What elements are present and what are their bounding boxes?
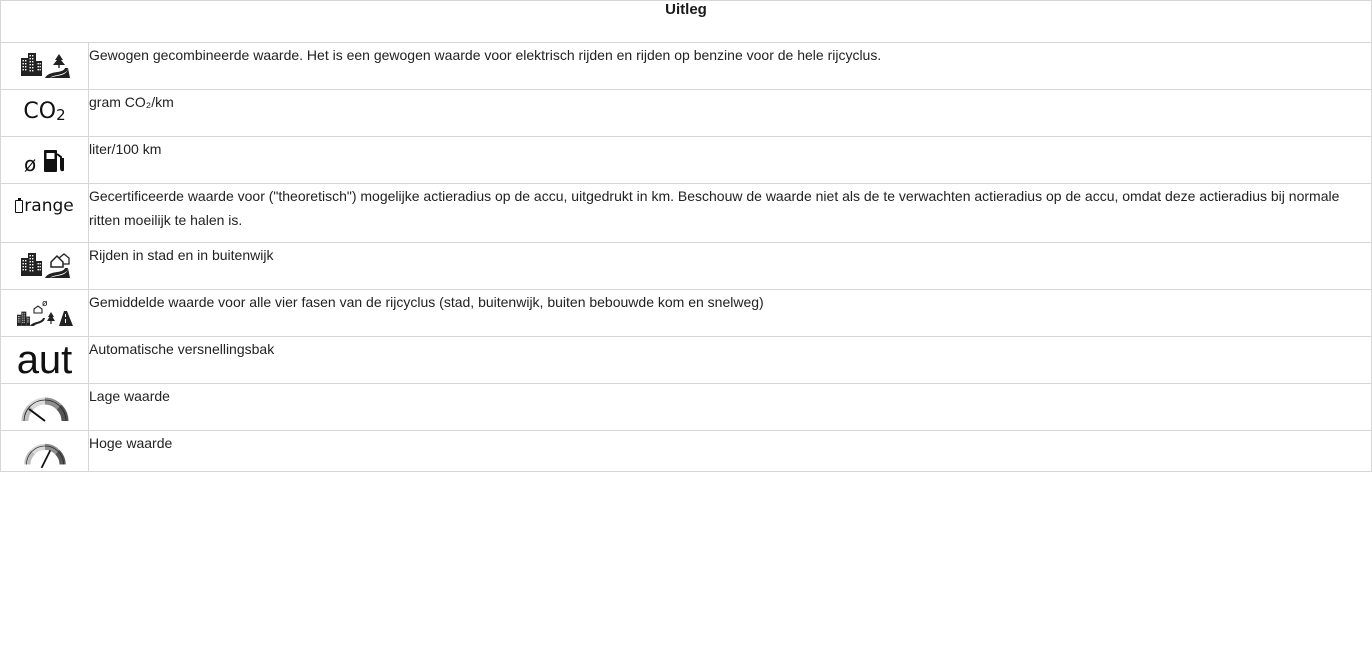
table-row: ø liter/100 km: [0, 136, 1372, 184]
svg-text:ø: ø: [24, 152, 36, 176]
city-and-country-road-icon: [20, 53, 70, 78]
city-and-suburb-icon: [20, 253, 70, 278]
row-description: Gewogen gecombineerde waarde. Het is een…: [88, 42, 1372, 90]
battery-range-icon: range: [15, 191, 74, 221]
table-row: Hoge waarde: [0, 430, 1372, 472]
table-row: Gewogen gecombineerde waarde. Het is een…: [0, 42, 1372, 90]
table-row: Rijden in stad en in buitenwijk: [0, 242, 1372, 290]
legend-table: Uitleg Gewogen gecombineerde waarde. Het…: [0, 0, 1372, 472]
row-description: Rijden in stad en in buitenwijk: [88, 242, 1372, 290]
row-description: Automatische versnellingsbak: [88, 336, 1372, 384]
table-row: CO2 gram CO₂/km: [0, 89, 1372, 137]
row-description: gram CO₂/km: [88, 89, 1372, 137]
average-all-phases-icon: ø: [16, 299, 73, 326]
table-row: Lage waarde: [0, 383, 1372, 431]
row-description: Gemiddelde waarde voor alle vier fasen v…: [88, 289, 1372, 337]
average-fuel-pump-icon: ø: [24, 150, 64, 176]
high-value-gauge-icon: [23, 443, 66, 468]
co2-icon: CO2: [23, 99, 66, 124]
table-header: Uitleg: [0, 0, 1372, 43]
row-description: Gecertificeerde waarde voor ("theoretisc…: [88, 183, 1372, 243]
row-description: liter/100 km: [88, 136, 1372, 184]
row-description: Hoge waarde: [88, 430, 1372, 472]
svg-text:ø: ø: [42, 299, 48, 309]
table-row: aut Automatische versnellingsbak: [0, 336, 1372, 384]
table-row: ø Gemiddelde waarde voor alle vier fasen…: [0, 289, 1372, 337]
table-row: range Gecertificeerde waarde voor ("theo…: [0, 183, 1372, 243]
low-value-gauge-icon: [21, 397, 68, 422]
row-description: Lage waarde: [88, 383, 1372, 431]
automatic-transmission-icon: aut: [16, 338, 73, 382]
